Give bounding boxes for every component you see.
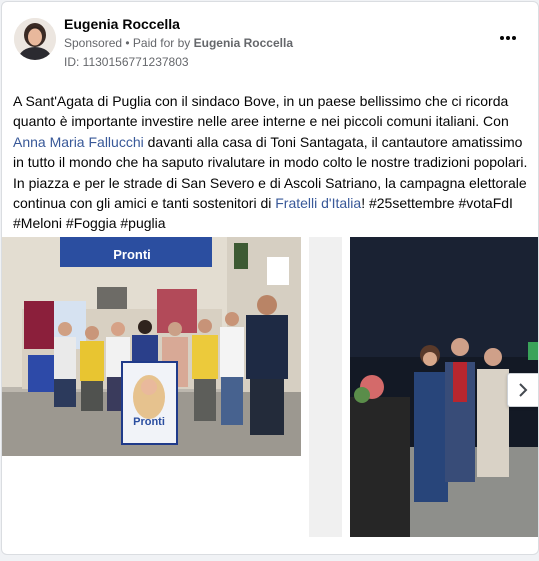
poster-text: Pronti [133,416,165,428]
post-text: A Sant'Agata di Puglia con il sindaco Bo… [13,91,529,234]
more-options-icon [500,36,516,40]
sponsored-post-card: Eugenia Roccella Sponsored • Paid for by… [1,1,539,555]
ad-id: ID: 1130156771237803 [64,55,189,69]
sponsored-line: Sponsored • Paid for by Eugenia Roccella [64,36,293,50]
chevron-right-icon [519,383,528,397]
paid-for-prefix: Paid for by [132,36,194,50]
carousel-next-button[interactable] [507,373,538,407]
sponsored-label: Sponsored [64,36,123,50]
author-avatar[interactable] [14,18,56,60]
mention-fratelli-ditalia[interactable]: Fratelli d'Italia [275,195,361,211]
carousel-gap [309,237,342,537]
separator-dot: • [122,36,133,50]
banner-text: Pronti [113,247,151,262]
paid-for-name: Eugenia Roccella [193,36,293,50]
post-text-part-3: ! [361,195,369,212]
post-text-part-1: A Sant'Agata di Puglia con il sindaco Bo… [13,93,509,130]
group-photo-street[interactable]: Pronti Pronti [2,237,301,456]
author-name[interactable]: Eugenia Roccella [64,16,180,32]
mention-anna-maria-fallucchi[interactable]: Anna Maria Fallucchi [13,134,144,150]
more-options-button[interactable] [496,30,520,46]
